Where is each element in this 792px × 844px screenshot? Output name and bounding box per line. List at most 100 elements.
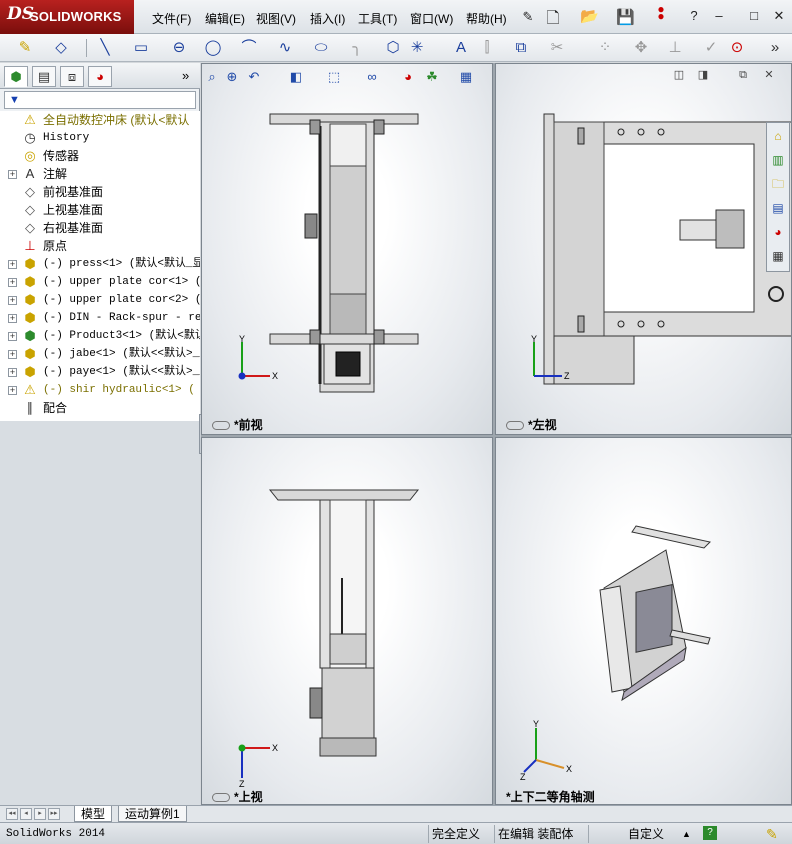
expand-toggle-icon[interactable]: +: [8, 332, 17, 341]
toolbar-overflow-icon[interactable]: »: [766, 39, 784, 57]
open-folder-icon[interactable]: 📂: [580, 7, 599, 25]
viewport-top[interactable]: X Z *上视: [201, 437, 493, 805]
expand-toggle-icon[interactable]: +: [8, 170, 17, 179]
viewport-isometric[interactable]: Y X Z *上下二等角轴测: [495, 437, 792, 805]
appearance-icon[interactable]: ◕: [399, 68, 417, 86]
text-icon[interactable]: A: [452, 39, 470, 57]
link-view-icon[interactable]: [212, 421, 230, 431]
resources-icon[interactable]: ▥: [769, 151, 787, 169]
circle-icon[interactable]: ◯: [204, 39, 222, 57]
new-document-icon[interactable]: 🗋: [545, 7, 561, 34]
display-manager-tab-icon[interactable]: ◕: [88, 66, 112, 87]
expand-toggle-icon[interactable]: +: [8, 296, 17, 305]
viewport-left[interactable]: Y Z *左视: [495, 63, 792, 435]
sketch-icon[interactable]: ✎: [16, 39, 34, 57]
expand-toggle-icon[interactable]: +: [8, 350, 17, 359]
first-tab-icon[interactable]: ◂◂: [6, 808, 18, 820]
slot-icon[interactable]: ⊖: [170, 39, 188, 57]
expand-toggle-icon[interactable]: +: [8, 368, 17, 377]
help-icon[interactable]: ?: [703, 826, 717, 840]
restore-button[interactable]: □: [746, 8, 762, 23]
link-view-icon[interactable]: [506, 421, 524, 431]
zoom-to-fit-icon[interactable]: ⌕: [203, 68, 221, 86]
solidworks-logo[interactable]: DS SOLIDWORKS: [0, 0, 134, 34]
feature-tree-tab-icon[interactable]: ⬢: [4, 66, 28, 87]
tree-item[interactable]: ⚠ 全自动数控冲床 (默认<默认: [0, 111, 200, 129]
rebuild-icon[interactable]: ✎: [766, 826, 778, 842]
view-settings-icon[interactable]: ▦: [457, 68, 475, 86]
tree-item[interactable]: + ⬢ (-) press<1> (默认<默认_显: [0, 255, 200, 273]
close-button[interactable]: ✕: [771, 8, 787, 24]
tree-item[interactable]: ∥ 配合: [0, 399, 200, 417]
ellipse-icon[interactable]: ⬭: [312, 39, 330, 57]
rebuild-traffic-light-icon[interactable]: ● ●: [653, 3, 669, 22]
feature-filter[interactable]: ▼: [4, 91, 196, 109]
offset-icon[interactable]: ⧉: [512, 39, 530, 57]
tree-item[interactable]: ◷ History: [0, 129, 200, 147]
tree-item[interactable]: + ⬢ (-) upper plate cor<2> (默: [0, 291, 200, 309]
configuration-manager-tab-icon[interactable]: ⧈: [60, 66, 84, 87]
line-icon[interactable]: ╲: [96, 39, 114, 57]
expand-toggle-icon[interactable]: +: [8, 278, 17, 287]
spline-icon[interactable]: ∿: [276, 39, 294, 57]
pin-icon[interactable]: ✎: [520, 9, 536, 25]
expand-toggle-icon[interactable]: +: [8, 386, 17, 395]
display-style-icon[interactable]: ∞: [363, 68, 381, 86]
home-icon[interactable]: ⌂: [769, 127, 787, 145]
panel-expand-icon[interactable]: »: [182, 68, 189, 83]
viewport-layout-icon[interactable]: ◫: [672, 68, 686, 82]
point-icon[interactable]: ✳: [408, 39, 426, 57]
tree-item[interactable]: + ⬢ (-) jabe<1> (默认<<默认>_显: [0, 345, 200, 363]
expand-toggle-icon[interactable]: +: [8, 314, 17, 323]
smart-dimension-icon[interactable]: ◇: [52, 39, 70, 57]
zoom-to-area-icon[interactable]: ⊕: [223, 68, 241, 86]
tree-item[interactable]: + ⬢ (-) DIN - Rack-spur - rect: [0, 309, 200, 327]
expand-toggle-icon[interactable]: +: [8, 260, 17, 269]
graphics-area[interactable]: Y X *前视 Y Z *左视 X Z *上视 Y X Z *上下二等角轴测: [201, 63, 792, 805]
menu-edit[interactable]: 编辑(E): [205, 10, 245, 27]
menu-tools[interactable]: 工具(T): [358, 10, 397, 27]
last-tab-icon[interactable]: ▸▸: [48, 808, 60, 820]
tree-item[interactable]: + ⬢ (-) upper plate cor<1> (默: [0, 273, 200, 291]
tree-item[interactable]: ◇ 上视基准面: [0, 201, 200, 219]
display-relations-icon[interactable]: ⊥: [666, 39, 684, 57]
quick-snaps-icon[interactable]: ⊙: [728, 39, 746, 57]
tree-item[interactable]: ◎ 传感器: [0, 147, 200, 165]
tree-item[interactable]: ⊥ 原点: [0, 237, 200, 255]
mirror-icon[interactable]: ⫿: [478, 39, 496, 57]
minimize-button[interactable]: –: [711, 8, 727, 23]
arc-icon[interactable]: ⌒: [240, 39, 258, 57]
prev-tab-icon[interactable]: ◂: [20, 808, 32, 820]
menu-view[interactable]: 视图(V): [256, 10, 296, 27]
repair-icon[interactable]: ✓: [702, 39, 720, 57]
viewport-front[interactable]: Y X *前视: [201, 63, 493, 435]
menu-help[interactable]: 帮助(H): [466, 10, 507, 27]
tab-model[interactable]: 模型: [74, 806, 113, 822]
custom-properties-icon[interactable]: ▦: [769, 247, 787, 265]
tree-item[interactable]: + A 注解: [0, 165, 200, 183]
viewport-split-icon[interactable]: ◨: [696, 68, 710, 82]
rectangle-icon[interactable]: ▭: [132, 39, 150, 57]
file-explorer-icon[interactable]: 🗀: [769, 175, 787, 193]
tab-motion-study[interactable]: 运动算例1: [118, 806, 187, 822]
scene-icon[interactable]: ☘: [423, 68, 441, 86]
fillet-icon[interactable]: ╮: [348, 39, 366, 57]
linear-pattern-icon[interactable]: ⁘: [596, 39, 614, 57]
link-view-icon[interactable]: [212, 793, 230, 803]
tree-item[interactable]: ◇ 右视基准面: [0, 219, 200, 237]
appearances-icon[interactable]: ◕: [769, 223, 787, 241]
previous-view-icon[interactable]: ↶: [245, 68, 263, 86]
polygon-icon[interactable]: ⬡: [384, 39, 402, 57]
save-icon[interactable]: 💾: [616, 8, 635, 26]
menu-insert[interactable]: 插入(I): [310, 10, 345, 27]
move-icon[interactable]: ✥: [632, 39, 650, 57]
property-manager-tab-icon[interactable]: ▤: [32, 66, 56, 87]
menu-window[interactable]: 窗口(W): [410, 10, 453, 27]
units-selector[interactable]: 自定义: [628, 826, 664, 842]
view-orientation-icon[interactable]: ⬚: [325, 68, 343, 86]
next-tab-icon[interactable]: ▸: [34, 808, 46, 820]
tree-item[interactable]: + ⬢ (-) Product3<1> (默认<默认: [0, 327, 200, 345]
library-icon[interactable]: ▤: [769, 199, 787, 217]
tree-item[interactable]: + ⬢ (-) paye<1> (默认<<默认>_显: [0, 363, 200, 381]
viewport-restore-icon[interactable]: ⧉: [736, 68, 750, 82]
